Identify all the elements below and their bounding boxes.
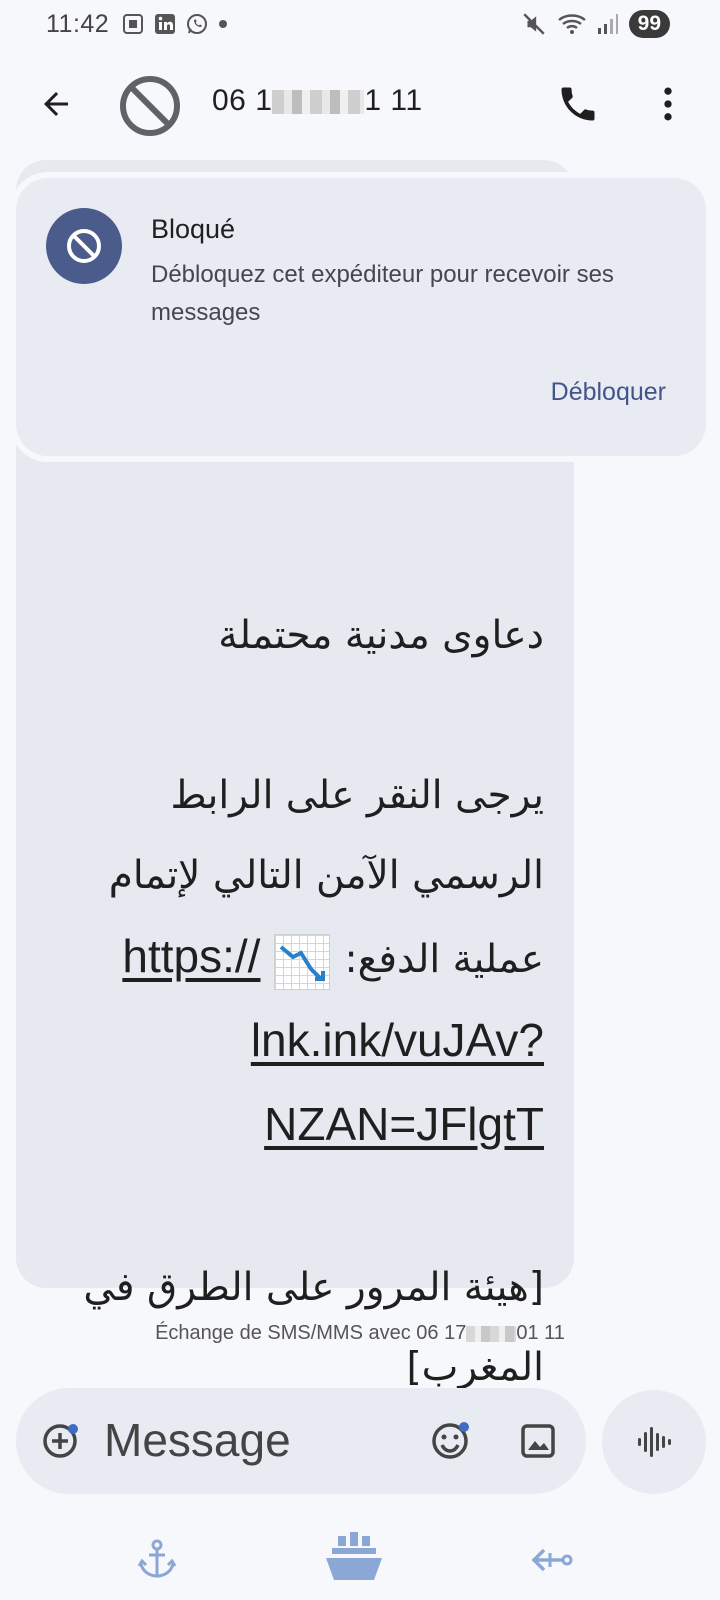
- blocked-description: Débloquez cet expéditeur pour recevoir s…: [151, 261, 614, 326]
- voice-waveform-icon: [638, 1427, 671, 1457]
- wifi-icon: [557, 14, 586, 34]
- message-link[interactable]: lnk.ink/vuJAv?: [251, 1014, 544, 1066]
- voice-message-button[interactable]: [602, 1390, 706, 1494]
- navigation-bar: [0, 1520, 720, 1600]
- redacted-digits: [466, 1325, 517, 1342]
- blocked-sender-card: Bloqué Débloquez cet expéditeur pour rec…: [16, 178, 706, 456]
- exchange-note: Échange de SMS/MMS avec 06 17 01 11: [0, 1322, 720, 1345]
- contact-name[interactable]: 06 1 1 11: [212, 84, 423, 118]
- contact-number-end: 1 11: [364, 84, 423, 117]
- exchange-note-text: Échange de SMS/MMS avec 06 17: [155, 1322, 467, 1344]
- back-arrow-icon: [44, 92, 68, 116]
- screenshot-icon: [123, 14, 144, 34]
- message-link-line: NZAN=JFlgtT: [24, 1084, 544, 1168]
- blocked-title: Bloqué: [151, 214, 236, 244]
- message-line-text: عملية الدفع:: [344, 937, 544, 982]
- redacted-digits: [272, 90, 365, 115]
- message-line-with-link: عملية الدفع: https://: [24, 916, 544, 1000]
- status-bar: 11:42 99: [0, 0, 720, 48]
- message-text: دعاوى مدنية محتملة يرجى النقر على الرابط…: [24, 596, 544, 1408]
- blocked-contact-avatar[interactable]: [118, 74, 182, 138]
- status-left: 11:42: [46, 10, 229, 39]
- notification-icons: [121, 12, 229, 36]
- ship-icon: [326, 1532, 382, 1580]
- status-time: 11:42: [46, 9, 110, 38]
- call-button[interactable]: [556, 82, 600, 126]
- message-input[interactable]: [104, 1410, 404, 1470]
- whatsapp-icon: [187, 14, 208, 34]
- message-link-line: lnk.ink/vuJAv?: [24, 1000, 544, 1084]
- battery-level: 99: [628, 10, 670, 38]
- message-gap: [24, 1168, 544, 1248]
- signal-icon: [597, 14, 618, 34]
- emoji-icon[interactable]: [428, 1419, 472, 1463]
- message-gap: [24, 676, 544, 756]
- nav-home-button[interactable]: [322, 1526, 386, 1590]
- block-icon: [67, 229, 101, 263]
- message-link[interactable]: NZAN=JFlgtT: [264, 1098, 544, 1150]
- status-right: 99: [521, 10, 670, 38]
- compose-bar: [16, 1388, 586, 1494]
- app-bar: 06 1 1 11: [0, 60, 720, 150]
- message-line: [هيئة المرور على الطرق في: [83, 1265, 544, 1310]
- blocked-icon: [46, 208, 122, 284]
- unblock-button[interactable]: Débloquer: [551, 378, 666, 407]
- nav-back-button[interactable]: [522, 1530, 582, 1590]
- message-line: الرسمي الآمن التالي لإتمام: [108, 853, 544, 898]
- dot-icon: [219, 20, 228, 28]
- back-button[interactable]: [34, 82, 78, 126]
- back-nav-icon: [531, 1548, 573, 1572]
- anchor-icon: [137, 1539, 177, 1578]
- image-icon[interactable]: [516, 1419, 560, 1463]
- mute-icon: [523, 13, 545, 35]
- message-line: يرجى النقر على الرابط: [170, 773, 544, 818]
- contact-number-start: 06 1: [212, 84, 273, 117]
- more-options-icon[interactable]: [646, 82, 690, 126]
- exchange-note-end: 01 11: [516, 1322, 565, 1344]
- message-line: دعاوى مدنية محتملة: [218, 613, 544, 658]
- linkedin-icon: [155, 14, 176, 34]
- message-link[interactable]: https://: [122, 930, 260, 982]
- chart-decreasing-icon: [274, 933, 331, 990]
- add-attachment-icon[interactable]: [40, 1421, 80, 1461]
- nav-recents-button[interactable]: [127, 1530, 187, 1590]
